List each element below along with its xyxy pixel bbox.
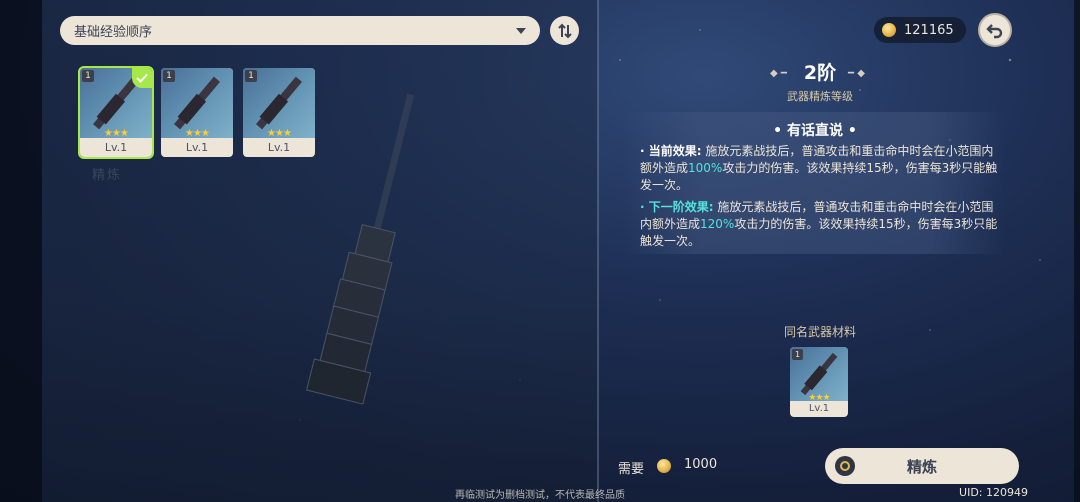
mora-counter: 121165 [874, 17, 966, 43]
right-edge-shade [1074, 0, 1080, 502]
current-effect: · 当前效果: 施放元素战技后，普通攻击和重击命中时会在小范围内额外造成100%… [640, 143, 998, 194]
sort-arrows-icon [557, 23, 572, 38]
material-level: Lv.1 [808, 403, 830, 414]
next-effect-label: · 下一阶效果: [640, 200, 714, 214]
mora-amount: 121165 [904, 22, 954, 38]
current-effect-value: 100% [688, 161, 723, 175]
refine-badge: 1 [792, 349, 803, 360]
refine-icon [835, 456, 855, 476]
refinement-rank-subtitle: 武器精炼等级 [787, 90, 853, 103]
sort-dropdown[interactable]: 基础经验顺序 [60, 16, 540, 45]
weapon-level: Lv.1 [185, 141, 209, 154]
uid-label: UID: 120949 [959, 486, 1028, 499]
effect-name-text: 有话直说 [787, 123, 843, 139]
bullet-icon: • [773, 123, 787, 139]
checkmark-icon [132, 68, 152, 88]
effect-name: • 有话直说 • [624, 120, 1006, 140]
refinement-rank: 2阶 [803, 62, 837, 84]
current-effect-label: · 当前效果: [640, 144, 702, 158]
next-effect-label-text: 下一阶效果: [648, 200, 714, 214]
weapon-card-1[interactable]: 1 ★★★ Lv.1 [78, 66, 154, 159]
next-effect-value: 120% [700, 217, 735, 231]
refine-button[interactable]: 精炼 [825, 448, 1019, 484]
chevron-down-icon [516, 27, 526, 34]
mora-coin-icon [882, 23, 896, 37]
weapon-card-2[interactable]: 1 ★★★ Lv.1 [161, 68, 233, 157]
cost-value: 1000 [684, 457, 718, 472]
refine-button-label: 精炼 [906, 457, 937, 476]
rank-decoration-right: ━ ◆ [848, 68, 865, 79]
material-weapon-card[interactable]: 1 ★★★ Lv.1 [790, 347, 848, 417]
weapon-level: Lv.1 [104, 141, 128, 154]
sort-dropdown-label: 基础经验顺序 [74, 25, 153, 40]
left-edge-shade [0, 0, 42, 502]
bullet-icon: • [843, 123, 857, 139]
cost-label: 需要 [618, 462, 645, 477]
back-arrow-icon [986, 24, 1003, 39]
material-title: 同名武器材料 [783, 325, 856, 339]
sort-order-button[interactable] [550, 16, 579, 45]
weapon-card-3[interactable]: 1 ★★★ Lv.1 [243, 68, 315, 157]
weapon-level: Lv.1 [267, 141, 291, 154]
refine-badge: 1 [82, 70, 94, 82]
test-disclaimer: 再临测试为删档测试，不代表最终品质 [455, 490, 625, 501]
current-effect-label-text: 当前效果: [648, 144, 702, 158]
refine-badge: 1 [245, 70, 257, 82]
panel-divider [597, 0, 599, 502]
mora-coin-icon [657, 459, 671, 473]
back-button[interactable] [978, 13, 1012, 47]
background-hint-text: 精炼 [92, 168, 123, 183]
next-effect: · 下一阶效果: 施放元素战技后，普通攻击和重击命中时会在小范围内额外造成120… [640, 199, 998, 250]
refine-badge: 1 [163, 70, 175, 82]
